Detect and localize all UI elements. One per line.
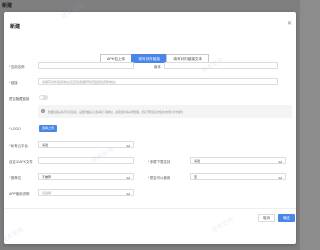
recommend-select[interactable]: 不推荐	[38, 173, 134, 180]
version-label: 版本	[154, 65, 161, 69]
description-select[interactable]: 请选择	[38, 189, 134, 196]
device-label: *多屏下载支持	[148, 160, 171, 164]
apk-file-label: 自定义APK文件	[9, 160, 33, 164]
confirm-button[interactable]: 确定	[278, 214, 295, 222]
upload-logo-button[interactable]: 选择上传	[39, 125, 57, 132]
device-select[interactable]: 请选	[190, 157, 286, 164]
dialog-title: 新建	[10, 24, 21, 30]
info-icon: i	[41, 109, 45, 113]
create-app-dialog: 新建 ✕ APK包上传 填写对外链接 填写对内链接文本 *应用名称 版本 *链接…	[4, 12, 296, 244]
app-name-input[interactable]	[38, 62, 134, 69]
platform-select[interactable]: 请选	[38, 141, 134, 148]
cancel-button[interactable]: 取消	[258, 214, 275, 222]
hide-link-toggle[interactable]	[39, 95, 48, 100]
app-name-label: *应用名称	[9, 65, 25, 69]
footer-divider	[4, 208, 296, 209]
usable-select[interactable]: 否	[190, 173, 286, 180]
description-label: APP使用说明	[9, 192, 30, 196]
usable-label: *是否可以使用	[148, 176, 171, 180]
hide-link-notice: i 隐藏链接后将不显示链接，设置隐藏后无法获取下载地址，如需使用请关闭隐藏，若打…	[38, 105, 292, 118]
apk-file-input[interactable]	[38, 157, 134, 164]
hide-link-label: 是否隐藏链接	[9, 97, 30, 101]
logo-label: *LOGO	[9, 127, 21, 131]
platform-label: *私有云平台	[9, 144, 28, 148]
tab-external-link[interactable]: 填写对外链接	[131, 54, 167, 63]
link-input[interactable]: 请填写对外链接地址(应该包含跳转到该链接的完整地址)	[38, 78, 278, 85]
toggle-knob	[39, 95, 44, 100]
link-label: *链接	[9, 81, 18, 85]
notice-text: 隐藏链接后将不显示链接，设置隐藏后无法获取下载地址，如需使用请关闭隐藏，若打开则…	[48, 110, 183, 114]
version-input[interactable]	[164, 62, 278, 69]
background-title: 新建	[2, 3, 13, 9]
recommend-label: *推荐位	[9, 176, 22, 180]
close-icon[interactable]: ✕	[287, 21, 292, 27]
